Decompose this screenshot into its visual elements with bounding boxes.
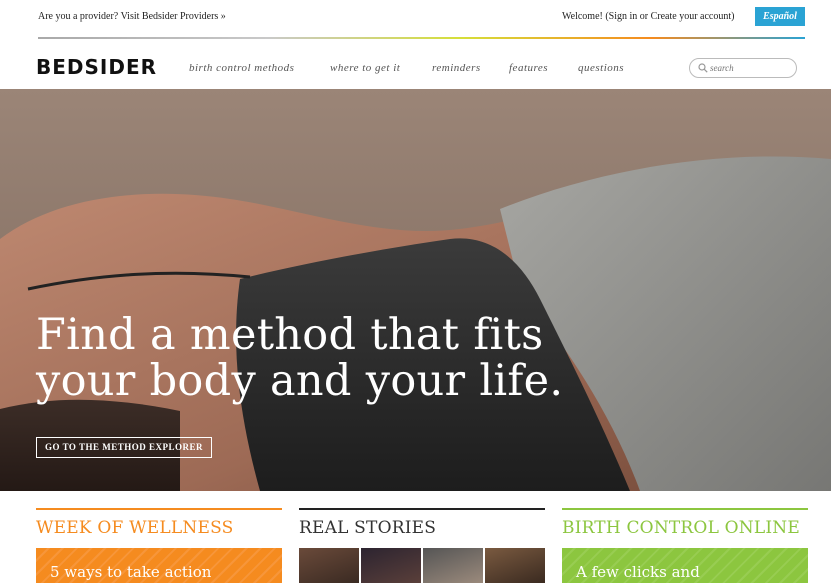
section-divider bbox=[562, 508, 808, 510]
wellness-promo-box[interactable]: 5 ways to take action bbox=[36, 548, 282, 583]
week-of-wellness-section: WEEK OF WELLNESS 5 ways to take action bbox=[36, 508, 282, 583]
online-promo-text: A few clicks and bbox=[576, 563, 700, 581]
hero-headline-line1: Find a method that fits bbox=[36, 310, 544, 360]
provider-link[interactable]: Are you a provider? Visit Bedsider Provi… bbox=[38, 11, 226, 22]
search-box[interactable] bbox=[689, 58, 797, 78]
nav-where-to-get-it[interactable]: where to get it bbox=[330, 62, 400, 74]
section-divider bbox=[299, 508, 545, 510]
story-thumbnail[interactable] bbox=[361, 548, 421, 583]
birth-control-online-section: BIRTH CONTROL ONLINE A few clicks and bbox=[562, 508, 808, 583]
account-welcome-link[interactable]: Welcome! (Sign in or Create your account… bbox=[562, 11, 734, 22]
stories-thumbnails bbox=[299, 548, 545, 583]
hero-banner: Find a method that fits your body and yo… bbox=[0, 89, 831, 491]
main-nav: BEDSIDER birth control methods where to … bbox=[0, 39, 831, 89]
section-divider bbox=[36, 508, 282, 510]
section-title[interactable]: REAL STORIES bbox=[299, 518, 436, 538]
wellness-promo-text: 5 ways to take action bbox=[50, 563, 212, 581]
story-thumbnail[interactable] bbox=[423, 548, 483, 583]
hero-headline-line2: your body and your life. bbox=[36, 356, 564, 406]
story-thumbnail[interactable] bbox=[299, 548, 359, 583]
bedsider-logo[interactable]: BEDSIDER bbox=[36, 57, 157, 77]
nav-questions[interactable]: questions bbox=[578, 62, 624, 74]
section-title[interactable]: BIRTH CONTROL ONLINE bbox=[562, 518, 800, 538]
hero-headline: Find a method that fits your body and yo… bbox=[36, 312, 736, 404]
search-input[interactable] bbox=[710, 61, 790, 75]
nav-reminders[interactable]: reminders bbox=[432, 62, 481, 74]
nav-features[interactable]: features bbox=[509, 62, 548, 74]
method-explorer-button[interactable]: GO TO THE METHOD EXPLORER bbox=[36, 437, 213, 458]
story-thumbnail[interactable] bbox=[485, 548, 545, 583]
search-icon bbox=[698, 63, 708, 73]
hero-photo bbox=[0, 89, 831, 491]
top-bar: Are you a provider? Visit Bedsider Provi… bbox=[0, 0, 831, 39]
nav-birth-control-methods[interactable]: birth control methods bbox=[189, 62, 294, 74]
real-stories-section: REAL STORIES bbox=[299, 508, 545, 583]
section-title[interactable]: WEEK OF WELLNESS bbox=[36, 518, 233, 538]
espanol-button[interactable]: Español bbox=[755, 7, 805, 26]
online-promo-box[interactable]: A few clicks and bbox=[562, 548, 808, 583]
